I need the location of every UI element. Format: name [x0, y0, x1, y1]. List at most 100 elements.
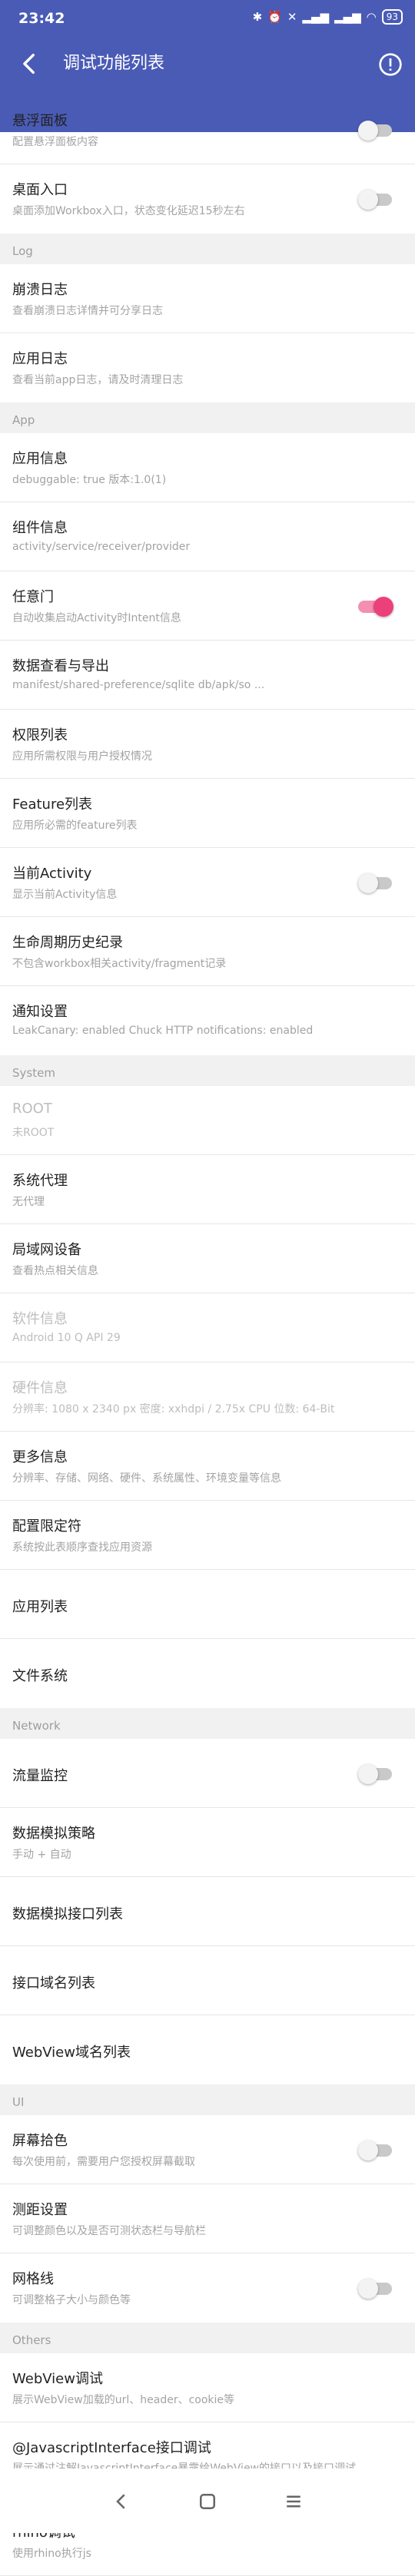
- nav-back-icon[interactable]: [110, 2490, 133, 2513]
- item-subtitle: LeakCanary: enabled Chuck HTTP notificat…: [12, 1025, 314, 1037]
- list-item-webview-debug[interactable]: WebView调试 展示WebView加载的url、header、cookie等: [0, 2353, 415, 2422]
- item-title: 接口域名列表: [12, 1975, 95, 1992]
- item-title: 当前Activity: [12, 866, 92, 882]
- item-title: 测距设置: [12, 2202, 68, 2218]
- nav-recents-icon[interactable]: [282, 2490, 305, 2513]
- toggle-switch[interactable]: [358, 2279, 392, 2299]
- toggle-switch[interactable]: [358, 190, 392, 210]
- status-time: 23:42: [18, 10, 65, 27]
- list-item-color-picker[interactable]: 屏幕拾色 每次使用前，需要用户您授权屏幕截取: [0, 2115, 415, 2184]
- toggle-switch[interactable]: [358, 597, 393, 617]
- item-subtitle: 查看崩溃日志详情并可分享日志: [12, 305, 163, 317]
- item-title: 桌面入口: [12, 182, 68, 198]
- item-subtitle: 查看当前app日志，请及时清理日志: [12, 374, 184, 386]
- item-title: @JavascriptInterface接口调试: [12, 2440, 211, 2456]
- list-item-features[interactable]: Feature列表 应用所必需的feature列表: [0, 779, 415, 848]
- item-title: 应用日志: [12, 351, 68, 367]
- list-item-lifecycle-history[interactable]: 生命周期历史纪录 不包含workbox相关activity/fragment记录: [0, 917, 415, 986]
- list-item-lan-devices[interactable]: 局域网设备 查看热点相关信息: [0, 1224, 415, 1293]
- item-subtitle: 无代理: [12, 1196, 45, 1208]
- item-title: 任意门: [12, 589, 54, 605]
- item-title: 组件信息: [12, 520, 68, 536]
- list-item-file-system[interactable]: 文件系统: [0, 1639, 415, 1708]
- list-item-any-door[interactable]: 任意门 自动收集启动Activity时Intent信息: [0, 571, 415, 641]
- list-item-desktop-entry[interactable]: 桌面入口 桌面添加Workbox入口，状态变化延迟15秒左右: [0, 164, 415, 233]
- list-item-grid-lines[interactable]: 网格线 可调整格子大小与颜色等: [0, 2253, 415, 2323]
- item-title: 数据模拟接口列表: [12, 1906, 123, 1922]
- list-item-config-qualifiers[interactable]: 配置限定符 系统按此表顺序查找应用资源: [0, 1501, 415, 1570]
- item-subtitle: activity/service/receiver/provider: [12, 541, 191, 553]
- item-subtitle: manifest/shared-preference/sqlite db/apk…: [12, 679, 265, 691]
- item-title: WebView域名列表: [12, 2045, 131, 2061]
- item-subtitle: 配置悬浮面板内容: [12, 136, 98, 148]
- item-subtitle: 使用rhino执行js: [12, 2548, 91, 2560]
- toggle-switch[interactable]: [358, 873, 392, 893]
- item-title: WebView调试: [12, 2371, 103, 2387]
- item-subtitle: 应用所需权限与用户授权情况: [12, 750, 152, 763]
- list-item-app-list[interactable]: 应用列表: [0, 1570, 415, 1639]
- toggle-switch[interactable]: [358, 2141, 392, 2160]
- mute-icon: ✕: [287, 10, 297, 24]
- item-title: 局域网设备: [12, 1242, 81, 1258]
- list-item-ruler-settings[interactable]: 测距设置 可调整颜色以及是否可测状态栏与导航栏: [0, 2184, 415, 2253]
- item-subtitle: 系统按此表顺序查找应用资源: [12, 1541, 152, 1554]
- section-header-log: Log: [0, 233, 415, 264]
- item-title: 数据模拟策略: [12, 1826, 95, 1842]
- item-title: Feature列表: [12, 796, 93, 813]
- system-nav-bar: [0, 2468, 415, 2533]
- item-title: 崩溃日志: [12, 282, 68, 298]
- section-header-ui: UI: [0, 2084, 415, 2115]
- list-item-component-info[interactable]: 组件信息 activity/service/receiver/provider: [0, 502, 415, 571]
- item-subtitle: 应用所必需的feature列表: [12, 819, 138, 832]
- item-subtitle: 未ROOT: [12, 1127, 55, 1139]
- bluetooth-icon: ✱: [252, 10, 263, 24]
- toggle-switch[interactable]: [358, 1764, 392, 1784]
- signal-icon: ▂▄▆: [302, 10, 330, 24]
- signal2-icon: ▂▄▆: [334, 10, 361, 24]
- section-main: 悬浮面板 配置悬浮面板内容 桌面入口 桌面添加Workbox入口，状态变化延迟1…: [0, 95, 415, 233]
- list-item-crash-log[interactable]: 崩溃日志 查看崩溃日志详情并可分享日志: [0, 264, 415, 333]
- section-header-network: Network: [0, 1708, 415, 1739]
- item-subtitle: 桌面添加Workbox入口，状态变化延迟15秒左右: [12, 205, 245, 217]
- item-subtitle: 展示WebView加载的url、header、cookie等: [12, 2394, 235, 2406]
- item-title: 权限列表: [12, 727, 68, 743]
- arrow-back-icon[interactable]: [17, 51, 43, 77]
- item-subtitle: 自动收集启动Activity时Intent信息: [12, 612, 181, 624]
- item-title: 更多信息: [12, 1449, 68, 1465]
- item-subtitle: 每次使用前，需要用户您授权屏幕截取: [12, 2156, 195, 2168]
- list-item-root: ROOT 未ROOT: [0, 1086, 415, 1155]
- toggle-switch[interactable]: [358, 121, 392, 141]
- list-item-more-info[interactable]: 更多信息 分辨率、存储、网络、硬件、系统属性、环境变量等信息: [0, 1432, 415, 1501]
- list-item-notification-settings[interactable]: 通知设置 LeakCanary: enabled Chuck HTTP noti…: [0, 986, 415, 1055]
- list-item-system-proxy[interactable]: 系统代理 无代理: [0, 1155, 415, 1224]
- list-item-app-info[interactable]: 应用信息 debuggable: true 版本:1.0(1): [0, 433, 415, 502]
- item-title: 屏幕拾色: [12, 2133, 68, 2149]
- item-title: 生命周期历史纪录: [12, 935, 123, 951]
- nav-home-icon[interactable]: [196, 2490, 219, 2513]
- item-title: 配置限定符: [12, 1518, 81, 1535]
- list-item-float-panel[interactable]: 悬浮面板 配置悬浮面板内容: [0, 95, 415, 164]
- alarm-icon: ⏰: [267, 10, 282, 24]
- list-item-api-domain-list[interactable]: 接口域名列表: [0, 1946, 415, 2015]
- list-item-traffic-monitor[interactable]: 流量监控: [0, 1739, 415, 1808]
- list-item-mock-api-list[interactable]: 数据模拟接口列表: [0, 1877, 415, 1946]
- item-subtitle: 不包含workbox相关activity/fragment记录: [12, 958, 227, 970]
- list-item-webview-domain-list[interactable]: WebView域名列表: [0, 2015, 415, 2084]
- item-subtitle: 可调整颜色以及是否可测状态栏与导航栏: [12, 2225, 206, 2237]
- item-title: 软件信息: [12, 1311, 68, 1327]
- item-subtitle: 分辨率: 1080 x 2340 px 密度: xxhdpi / 2.75x C…: [12, 1403, 335, 1415]
- item-subtitle: 手动 + 自动: [12, 1849, 71, 1861]
- settings-list: 悬浮面板 配置悬浮面板内容 桌面入口 桌面添加Workbox入口，状态变化延迟1…: [0, 95, 415, 2576]
- status-icons: ✱ ⏰ ✕ ▂▄▆ ▂▄▆ ◠ 93: [253, 9, 403, 25]
- item-subtitle: 可调整格子大小与颜色等: [12, 2294, 131, 2306]
- list-item-current-activity[interactable]: 当前Activity 显示当前Activity信息: [0, 848, 415, 917]
- list-item-data-export[interactable]: 数据查看与导出 manifest/shared-preference/sqlit…: [0, 641, 415, 710]
- list-item-mock-strategy[interactable]: 数据模拟策略 手动 + 自动: [0, 1808, 415, 1877]
- list-item-permissions[interactable]: 权限列表 应用所需权限与用户授权情况: [0, 710, 415, 779]
- item-title: 文件系统: [12, 1668, 68, 1684]
- section-header-others: Others: [0, 2323, 415, 2353]
- battery-icon: 93: [381, 9, 403, 25]
- list-item-app-log[interactable]: 应用日志 查看当前app日志，请及时清理日志: [0, 333, 415, 402]
- info-circle-icon[interactable]: [378, 52, 403, 77]
- item-title: 网格线: [12, 2271, 54, 2287]
